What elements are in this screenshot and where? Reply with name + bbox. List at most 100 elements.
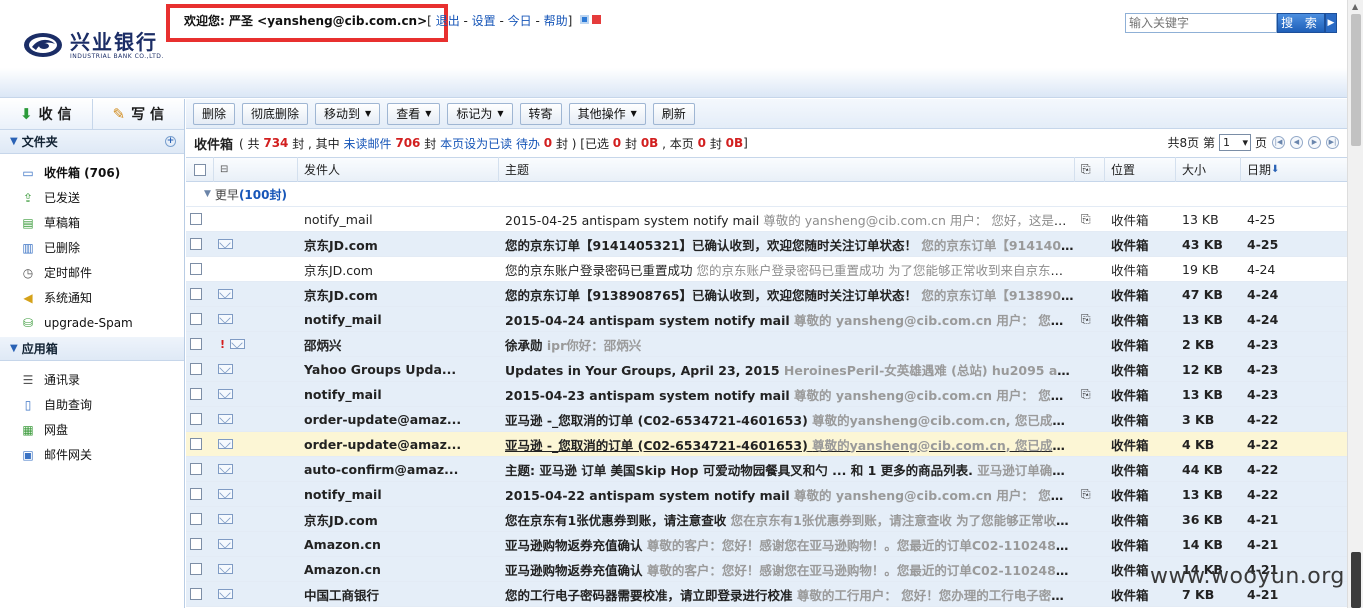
sender-cell[interactable]: 中国工商银行 [298, 582, 499, 607]
subject-cell[interactable]: 您的京东账户登录密码已重置成功 您的京东账户登录密码已重置成功 为了您能够正常收… [499, 257, 1075, 282]
row-checkbox[interactable] [190, 538, 202, 550]
subject-cell[interactable]: 亚马逊 -_您取消的订单 (C02-6534721-4601653) 尊敬的ya… [499, 432, 1075, 457]
move-to-dropdown[interactable]: 移动到 ▼ [315, 102, 381, 125]
restore-icon[interactable] [580, 15, 590, 24]
sender-cell[interactable]: order-update@amaz... [298, 407, 499, 432]
sidebar-item-self-query[interactable]: ▯ 自助查询 [0, 392, 184, 417]
subject-cell[interactable]: 2015-04-22 antispam system notify mail 尊… [499, 482, 1075, 507]
bank-logo[interactable]: 兴业银行 INDUSTRIAL BANK CO.,LTD. [22, 30, 164, 60]
subject-cell[interactable]: 徐承勋 ipr你好：邵炳兴 [499, 332, 1075, 357]
row-checkbox[interactable] [190, 463, 202, 475]
search-input[interactable] [1125, 13, 1277, 33]
table-row[interactable]: ! 邵炳兴 徐承勋 ipr你好：邵炳兴 收件箱 2 KB 4-23 [186, 332, 1347, 357]
sidebar-item-inbox[interactable]: ▭ 收件箱 (706) [0, 160, 184, 185]
table-row[interactable]: 京东JD.com 您在京东有1张优惠券到账，请注意查收 您在京东有1张优惠券到账，… [186, 507, 1347, 532]
table-row[interactable]: notify_mail 2015-04-22 antispam system no… [186, 482, 1347, 507]
page-scrollbar[interactable]: ▲ [1347, 0, 1363, 608]
table-row[interactable]: 京东JD.com 您的京东订单【9141405321】已确认收到，欢迎您随时关注订… [186, 232, 1347, 257]
logout-link[interactable]: 退出 [436, 14, 460, 28]
row-checkbox[interactable] [190, 388, 202, 400]
row-checkbox[interactable] [190, 563, 202, 575]
next-page-icon[interactable]: ▶ [1308, 136, 1321, 149]
size-column-header[interactable]: 大小 [1176, 157, 1241, 182]
sender-cell[interactable]: 邵炳兴 [298, 332, 499, 357]
view-dropdown[interactable]: 查看 ▼ [387, 102, 441, 125]
table-row[interactable]: notify_mail 2015-04-24 antispam system no… [186, 307, 1347, 332]
last-page-icon[interactable]: ▶| [1326, 136, 1339, 149]
search-button[interactable]: 搜 索 [1277, 13, 1325, 33]
delete-button[interactable]: 删除 [193, 102, 236, 125]
receive-mail-button[interactable]: ⬇ 收 信 [0, 99, 92, 129]
subject-cell[interactable]: 亚马逊购物返券充值确认 尊敬的客户：您好！感谢您在亚马逊购物！。您最近的订单C0… [499, 557, 1075, 582]
sender-cell[interactable]: 京东JD.com [298, 232, 499, 257]
settings-link[interactable]: 设置 [472, 14, 496, 28]
sender-cell[interactable]: notify_mail [298, 307, 499, 332]
todo-link[interactable]: 待办 [516, 135, 540, 152]
sender-cell[interactable]: Amazon.cn [298, 532, 499, 557]
row-checkbox[interactable] [190, 513, 202, 525]
subject-cell[interactable]: Updates in Your Groups, April 23, 2015 H… [499, 357, 1075, 382]
table-row[interactable]: 京东JD.com 您的京东订单【9138908765】已确认收到，欢迎您随时关注订… [186, 282, 1347, 307]
attachment-column-header[interactable]: ⎘ [1075, 157, 1105, 182]
table-row[interactable]: notify_mail 2015-04-23 antispam system no… [186, 382, 1347, 407]
row-checkbox[interactable] [190, 238, 202, 250]
write-mail-button[interactable]: ✎ 写 信 [91, 99, 185, 129]
sender-cell[interactable]: order-update@amaz... [298, 432, 499, 457]
add-folder-icon[interactable]: + [165, 136, 176, 147]
refresh-button[interactable]: 刷新 [652, 102, 695, 125]
table-row[interactable]: notify_mail 2015-04-25 antispam system no… [186, 207, 1347, 232]
select-all-checkbox[interactable] [193, 163, 206, 176]
folders-section-header[interactable]: ▼ 文件夹 + [0, 130, 184, 154]
sidebar-item-contacts[interactable]: ☰ 通讯录 [0, 367, 184, 392]
row-checkbox[interactable] [190, 488, 202, 500]
subject-cell[interactable]: 您的京东订单【9138908765】已确认收到，欢迎您随时关注订单状态！ 您的京… [499, 282, 1075, 307]
prev-page-icon[interactable]: ◀ [1290, 136, 1303, 149]
table-row[interactable]: 京东JD.com 您的京东账户登录密码已重置成功 您的京东账户登录密码已重置成功 … [186, 257, 1347, 282]
subject-cell[interactable]: 2015-04-25 antispam system notify mail 尊… [499, 207, 1075, 232]
search-advanced-arrow-icon[interactable]: ▶ [1325, 13, 1337, 33]
row-checkbox[interactable] [190, 588, 202, 600]
sender-cell[interactable]: notify_mail [298, 207, 499, 232]
help-link[interactable]: 帮助 [544, 14, 568, 28]
sidebar-item-upgrade-spam[interactable]: ⛁ upgrade-Spam [0, 310, 184, 335]
location-column-header[interactable]: 位置 [1105, 157, 1176, 182]
row-checkbox[interactable] [190, 438, 202, 450]
sender-cell[interactable]: 京东JD.com [298, 507, 499, 532]
table-row[interactable]: Yahoo Groups Upda... Updates in Your Grou… [186, 357, 1347, 382]
sender-cell[interactable]: auto-confirm@amaz... [298, 457, 499, 482]
table-row[interactable]: order-update@amaz... 亚马逊 -_您取消的订单 (C02-65… [186, 407, 1347, 432]
subject-cell[interactable]: 您的工行电子密码器需要校准，请立即登录进行校准 尊敬的工行用户： 您好！您办理的… [499, 582, 1075, 607]
scrollbar-thumb-lower[interactable] [1351, 552, 1361, 608]
table-row[interactable]: auto-confirm@amaz... 主题: 亚马逊 订单 美国Skip Ho… [186, 457, 1347, 482]
status-column-header[interactable]: ⊟ [214, 157, 298, 182]
sidebar-item-scheduled[interactable]: ◷ 定时邮件 [0, 260, 184, 285]
subject-cell[interactable]: 2015-04-23 antispam system notify mail 尊… [499, 382, 1075, 407]
subject-cell[interactable]: 亚马逊购物返券充值确认 尊敬的客户：您好！感谢您在亚马逊购物！。您最近的订单C0… [499, 532, 1075, 557]
sidebar-item-drafts[interactable]: ▤ 草稿箱 [0, 210, 184, 235]
row-checkbox[interactable] [190, 288, 202, 300]
sender-cell[interactable]: 京东JD.com [298, 282, 499, 307]
subject-column-header[interactable]: 主题 [499, 157, 1075, 182]
mark-page-read-link[interactable]: 本页设为已读 [440, 135, 512, 152]
row-checkbox[interactable] [190, 313, 202, 325]
table-row[interactable]: order-update@amaz... 亚马逊 -_您取消的订单 (C02-65… [186, 432, 1347, 457]
first-page-icon[interactable]: |◀ [1272, 136, 1285, 149]
sender-cell[interactable]: notify_mail [298, 482, 499, 507]
subject-cell[interactable]: 亚马逊 -_您取消的订单 (C02-6534721-4601653) 尊敬的ya… [499, 407, 1075, 432]
sender-cell[interactable]: Amazon.cn [298, 557, 499, 582]
sender-cell[interactable]: Yahoo Groups Upda... [298, 357, 499, 382]
subject-cell[interactable]: 2015-04-24 antispam system notify mail 尊… [499, 307, 1075, 332]
row-checkbox[interactable] [190, 413, 202, 425]
subject-cell[interactable]: 主题: 亚马逊 订单 美国Skip Hop 可爱动物园餐具叉和勺 ... 和 1… [499, 457, 1075, 482]
scroll-up-icon[interactable]: ▲ [1352, 2, 1358, 11]
sender-cell[interactable]: notify_mail [298, 382, 499, 407]
row-checkbox[interactable] [190, 263, 202, 275]
page-select[interactable]: 1 [1218, 134, 1251, 151]
row-checkbox[interactable] [190, 338, 202, 350]
unread-mail-link[interactable]: 未读邮件 [344, 135, 392, 152]
close-icon[interactable] [592, 15, 602, 24]
sidebar-item-notifications[interactable]: ◀ 系统通知 [0, 285, 184, 310]
table-row[interactable]: Amazon.cn 亚马逊购物返券充值确认 尊敬的客户：您好！感谢您在亚马逊购物！… [186, 532, 1347, 557]
subject-cell[interactable]: 您的京东订单【9141405321】已确认收到，欢迎您随时关注订单状态！ 您的京… [499, 232, 1075, 257]
scrollbar-thumb[interactable] [1351, 14, 1361, 146]
